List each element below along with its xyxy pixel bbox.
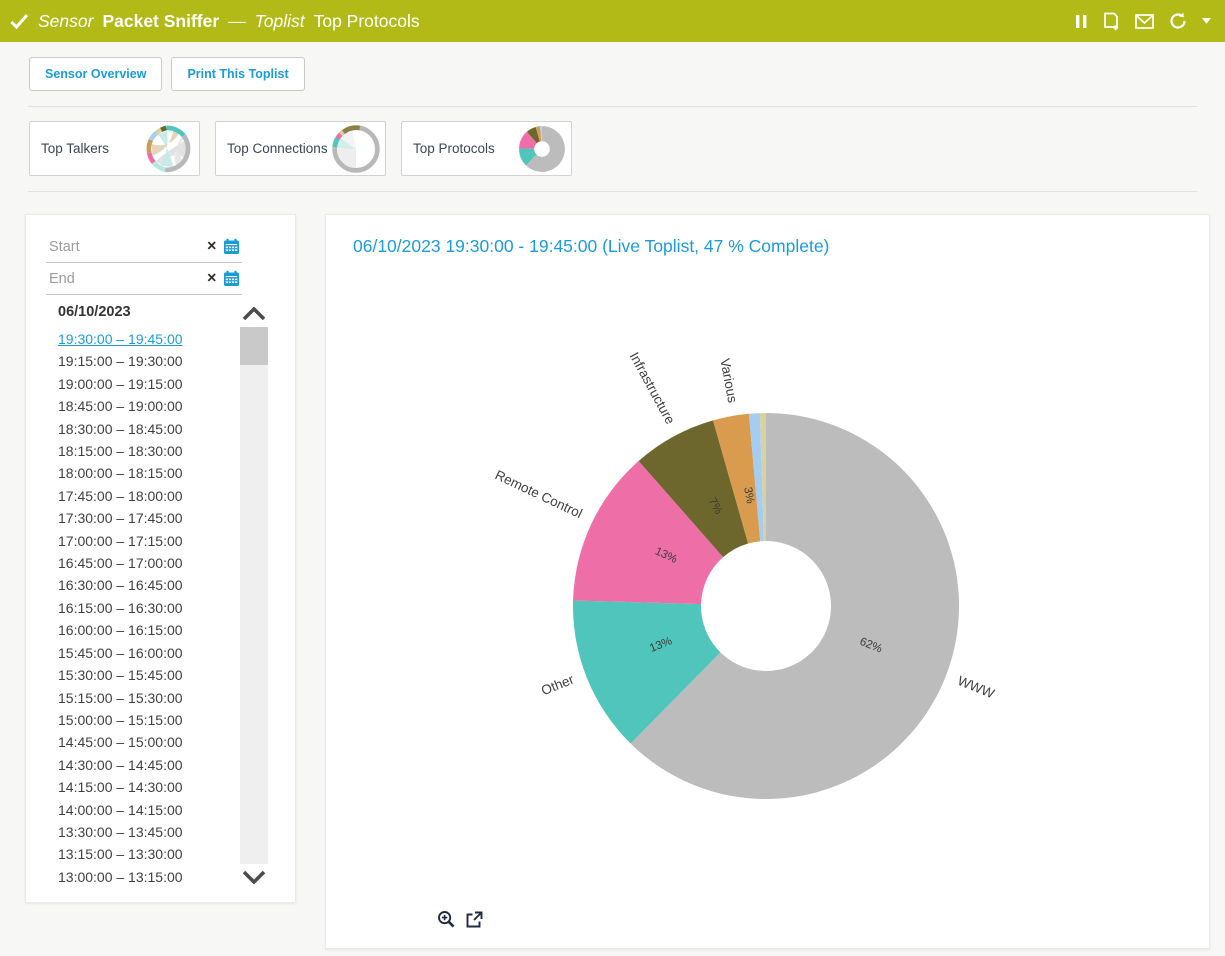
scroll-up-icon[interactable]	[242, 301, 266, 327]
time-range-item[interactable]: 13:00:00 – 13:15:00	[58, 866, 237, 888]
time-range-item[interactable]: 18:00:00 – 18:15:00	[58, 462, 237, 484]
time-range-item[interactable]: 19:30:00 – 19:45:00	[58, 328, 237, 350]
sensor-ok-check-icon	[10, 12, 29, 31]
toplist-tabs: Top Talkers Top Connections	[0, 107, 1225, 191]
breadcrumb-toplist-label: Toplist	[255, 11, 305, 32]
end-date-field-row: ✕	[46, 263, 242, 295]
time-range-item[interactable]: 13:15:00 – 13:30:00	[58, 843, 237, 865]
time-range-item[interactable]: 19:00:00 – 19:15:00	[58, 373, 237, 395]
protocols-donut-chart: 62%WWW13%Other13%Remote Control7%Infrast…	[326, 215, 1210, 949]
time-range-item[interactable]: 18:30:00 – 18:45:00	[58, 418, 237, 440]
end-date-input[interactable]	[49, 271, 201, 287]
time-range-item[interactable]: 18:15:00 – 18:30:00	[58, 440, 237, 462]
time-range-item[interactable]: 14:30:00 – 14:45:00	[58, 754, 237, 776]
email-icon[interactable]	[1135, 14, 1154, 29]
tab-top-talkers[interactable]: Top Talkers	[29, 121, 200, 176]
time-range-item[interactable]: 15:30:00 – 15:45:00	[58, 664, 237, 686]
time-range-item[interactable]: 17:00:00 – 17:15:00	[58, 530, 237, 552]
calendar-icon[interactable]	[223, 238, 240, 255]
time-range-item[interactable]: 14:00:00 – 14:15:00	[58, 799, 237, 821]
tab-label: Top Talkers	[41, 141, 109, 156]
time-range-item[interactable]: 17:30:00 – 17:45:00	[58, 507, 237, 529]
breadcrumb: Sensor Packet Sniffer — Toplist Top Prot…	[38, 11, 420, 32]
time-range-item[interactable]: 15:45:00 – 16:00:00	[58, 642, 237, 664]
list-scrollbar	[237, 301, 271, 890]
time-range-list-area: 06/10/2023 19:30:00 – 19:45:0019:15:00 –…	[46, 301, 295, 890]
time-range-item[interactable]: 16:30:00 – 16:45:00	[58, 574, 237, 596]
date-header: 06/10/2023	[58, 301, 237, 323]
clear-start-icon[interactable]: ✕	[207, 240, 217, 253]
tab-label: Top Connections	[227, 141, 328, 156]
caret-down-icon[interactable]	[1202, 18, 1211, 24]
toplist-sidebar: ✕ ✕ 06/10/2023 19:30:00 – 19:45:0019:15:…	[25, 214, 296, 903]
clear-end-icon[interactable]: ✕	[207, 272, 217, 285]
breadcrumb-sensor-name: Packet Sniffer	[102, 11, 219, 32]
scroll-down-icon[interactable]	[242, 864, 266, 890]
start-date-field-row: ✕	[46, 231, 242, 263]
tab-top-protocols[interactable]: Top Protocols	[401, 121, 572, 176]
time-range-item[interactable]: 14:15:00 – 14:30:00	[58, 776, 237, 798]
breadcrumb-toplist-name: Top Protocols	[314, 11, 420, 32]
scrollbar-thumb[interactable]	[240, 327, 268, 365]
scrollbar-track[interactable]	[240, 327, 268, 864]
toplist-chart-card: 06/10/2023 19:30:00 - 19:45:00 (Live Top…	[325, 214, 1210, 949]
time-range-item[interactable]: 17:45:00 – 18:00:00	[58, 485, 237, 507]
time-range-item[interactable]: 16:45:00 – 17:00:00	[58, 552, 237, 574]
time-range-item[interactable]: 13:30:00 – 13:45:00	[58, 821, 237, 843]
main-content: ✕ ✕ 06/10/2023 19:30:00 – 19:45:0019:15:…	[0, 192, 1225, 949]
chart-title: 06/10/2023 19:30:00 - 19:45:00 (Live Top…	[326, 215, 1209, 257]
time-range-list: 06/10/2023 19:30:00 – 19:45:0019:15:00 –…	[46, 301, 237, 890]
print-toplist-button[interactable]: Print This Toplist	[171, 57, 304, 91]
start-date-input[interactable]	[49, 239, 201, 255]
header-toolbar	[1075, 12, 1211, 31]
open-external-icon[interactable]	[465, 911, 483, 929]
top-header-bar: Sensor Packet Sniffer — Toplist Top Prot…	[0, 0, 1225, 42]
pause-icon[interactable]	[1075, 14, 1088, 29]
time-range-item[interactable]: 15:15:00 – 15:30:00	[58, 687, 237, 709]
action-buttons-row: Sensor Overview Print This Toplist	[0, 42, 1225, 106]
ring-chart-icon	[331, 124, 381, 174]
chart-footer-toolbar	[437, 910, 483, 929]
refresh-icon[interactable]	[1168, 12, 1188, 30]
time-range-item[interactable]: 16:00:00 – 16:15:00	[58, 619, 237, 641]
breadcrumb-sensor-label: Sensor	[38, 11, 93, 32]
zoom-in-icon[interactable]	[437, 910, 456, 929]
time-range-item[interactable]: 14:45:00 – 15:00:00	[58, 731, 237, 753]
slice-name-label: Various	[717, 357, 740, 404]
time-range-item[interactable]: 19:15:00 – 19:30:00	[58, 350, 237, 372]
tab-top-connections[interactable]: Top Connections	[215, 121, 386, 176]
donut-chart-icon	[517, 124, 567, 174]
sensor-overview-button[interactable]: Sensor Overview	[29, 57, 162, 91]
slice-name-label: Remote Control	[493, 467, 585, 521]
breadcrumb-separator: —	[228, 11, 246, 32]
chord-diagram-icon	[145, 124, 195, 174]
calendar-icon[interactable]	[223, 270, 240, 287]
time-range-item[interactable]: 15:00:00 – 15:15:00	[58, 709, 237, 731]
tab-label: Top Protocols	[413, 141, 495, 156]
slice-name-label: WWW	[955, 673, 996, 701]
slice-name-label: Other	[539, 672, 576, 699]
add-report-icon[interactable]	[1102, 12, 1121, 31]
time-range-item[interactable]: 18:45:00 – 19:00:00	[58, 395, 237, 417]
time-range-item[interactable]: 16:15:00 – 16:30:00	[58, 597, 237, 619]
slice-name-label: Infrastructure	[627, 350, 678, 427]
